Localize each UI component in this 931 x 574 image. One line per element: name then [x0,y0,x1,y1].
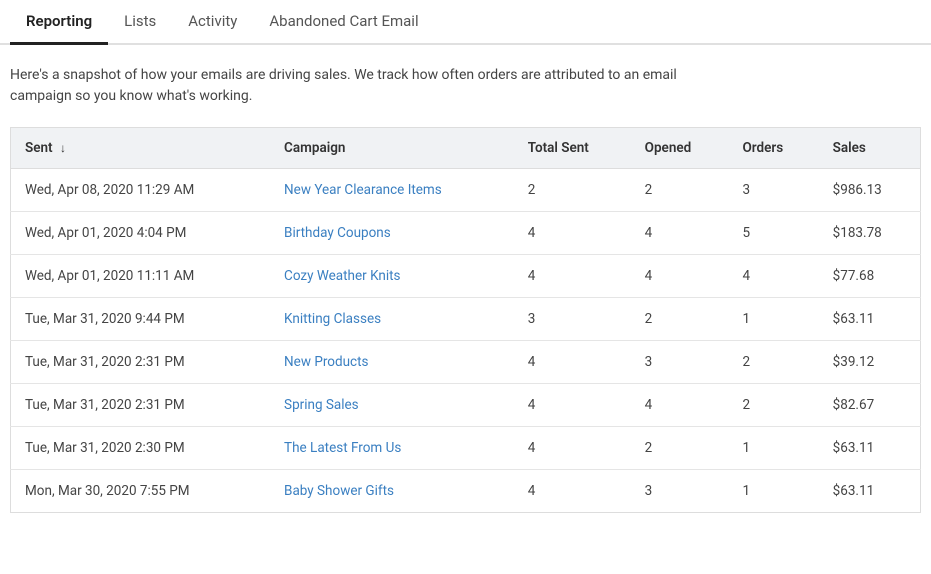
col-sent-label: Sent [25,140,53,156]
campaign-link[interactable]: Birthday Coupons [284,225,391,241]
nav-tabs: Reporting Lists Activity Abandoned Cart … [0,0,931,45]
cell-orders: 1 [729,298,819,341]
cell-total-sent: 4 [514,341,631,384]
cell-campaign[interactable]: Spring Sales [270,384,514,427]
campaign-link[interactable]: Baby Shower Gifts [284,483,394,499]
table-header-row: Sent ↓ Campaign Total Sent Opened Orders… [11,128,921,169]
cell-sent: Tue, Mar 31, 2020 2:31 PM [11,384,271,427]
cell-opened: 4 [631,384,729,427]
col-opened-label: Opened [645,140,692,156]
table-row: Wed, Apr 01, 2020 4:04 PM Birthday Coupon… [11,212,921,255]
cell-total-sent: 2 [514,169,631,212]
cell-sent: Wed, Apr 01, 2020 4:04 PM [11,212,271,255]
cell-orders: 3 [729,169,819,212]
cell-campaign[interactable]: Cozy Weather Knits [270,255,514,298]
cell-orders: 1 [729,470,819,513]
cell-total-sent: 4 [514,212,631,255]
campaign-link[interactable]: Knitting Classes [284,311,381,327]
reporting-table: Sent ↓ Campaign Total Sent Opened Orders… [10,127,921,513]
col-sales: Sales [819,128,921,169]
cell-opened: 2 [631,427,729,470]
cell-sent: Wed, Apr 01, 2020 11:11 AM [11,255,271,298]
col-orders: Orders [729,128,819,169]
cell-sent: Tue, Mar 31, 2020 9:44 PM [11,298,271,341]
cell-opened: 2 [631,169,729,212]
page-description: Here's a snapshot of how your emails are… [0,65,700,127]
cell-orders: 1 [729,427,819,470]
cell-campaign[interactable]: New Year Clearance Items [270,169,514,212]
cell-sales: $77.68 [819,255,921,298]
cell-total-sent: 4 [514,384,631,427]
campaign-link[interactable]: New Year Clearance Items [284,182,442,198]
cell-sales: $82.67 [819,384,921,427]
cell-campaign[interactable]: Knitting Classes [270,298,514,341]
cell-sent: Tue, Mar 31, 2020 2:31 PM [11,341,271,384]
table-body: Wed, Apr 08, 2020 11:29 AM New Year Clear… [11,169,921,513]
campaign-link[interactable]: Cozy Weather Knits [284,268,400,284]
tab-reporting[interactable]: Reporting [10,0,108,45]
campaign-link[interactable]: New Products [284,354,368,370]
cell-opened: 3 [631,470,729,513]
table-row: Wed, Apr 08, 2020 11:29 AM New Year Clear… [11,169,921,212]
tab-lists[interactable]: Lists [108,0,172,45]
table-row: Mon, Mar 30, 2020 7:55 PM Baby Shower Gif… [11,470,921,513]
col-campaign: Campaign [270,128,514,169]
campaign-link[interactable]: Spring Sales [284,397,359,413]
table-row: Tue, Mar 31, 2020 2:31 PMSpring Sales442… [11,384,921,427]
cell-sales: $986.13 [819,169,921,212]
cell-sales: $183.78 [819,212,921,255]
cell-sales: $63.11 [819,470,921,513]
cell-sent: Mon, Mar 30, 2020 7:55 PM [11,470,271,513]
cell-opened: 4 [631,212,729,255]
cell-orders: 4 [729,255,819,298]
cell-sent: Wed, Apr 08, 2020 11:29 AM [11,169,271,212]
col-total-sent-label: Total Sent [528,140,589,156]
cell-campaign[interactable]: Birthday Coupons [270,212,514,255]
cell-orders: 2 [729,384,819,427]
table-row: Tue, Mar 31, 2020 2:30 PM The Latest From… [11,427,921,470]
cell-total-sent: 3 [514,298,631,341]
tab-activity[interactable]: Activity [172,0,253,45]
reporting-table-container: Sent ↓ Campaign Total Sent Opened Orders… [0,127,931,513]
table-row: Wed, Apr 01, 2020 11:11 AM Cozy Weather K… [11,255,921,298]
cell-total-sent: 4 [514,427,631,470]
col-sent[interactable]: Sent ↓ [11,128,271,169]
cell-orders: 5 [729,212,819,255]
cell-total-sent: 4 [514,255,631,298]
campaign-link[interactable]: The Latest From Us [284,440,401,456]
cell-campaign[interactable]: The Latest From Us [270,427,514,470]
cell-sales: $63.11 [819,298,921,341]
col-campaign-label: Campaign [284,140,345,156]
cell-sent: Tue, Mar 31, 2020 2:30 PM [11,427,271,470]
cell-opened: 4 [631,255,729,298]
cell-campaign[interactable]: Baby Shower Gifts [270,470,514,513]
cell-opened: 2 [631,298,729,341]
cell-orders: 2 [729,341,819,384]
col-total-sent: Total Sent [514,128,631,169]
sort-icon: ↓ [60,141,66,155]
table-row: Tue, Mar 31, 2020 2:31 PM New Products 432… [11,341,921,384]
cell-sales: $63.11 [819,427,921,470]
cell-campaign[interactable]: New Products [270,341,514,384]
col-sales-label: Sales [833,140,866,156]
cell-sales: $39.12 [819,341,921,384]
col-orders-label: Orders [743,140,784,156]
table-row: Tue, Mar 31, 2020 9:44 PM Knitting Classe… [11,298,921,341]
cell-opened: 3 [631,341,729,384]
cell-total-sent: 4 [514,470,631,513]
tab-abandoned-cart[interactable]: Abandoned Cart Email [253,0,434,45]
col-opened: Opened [631,128,729,169]
